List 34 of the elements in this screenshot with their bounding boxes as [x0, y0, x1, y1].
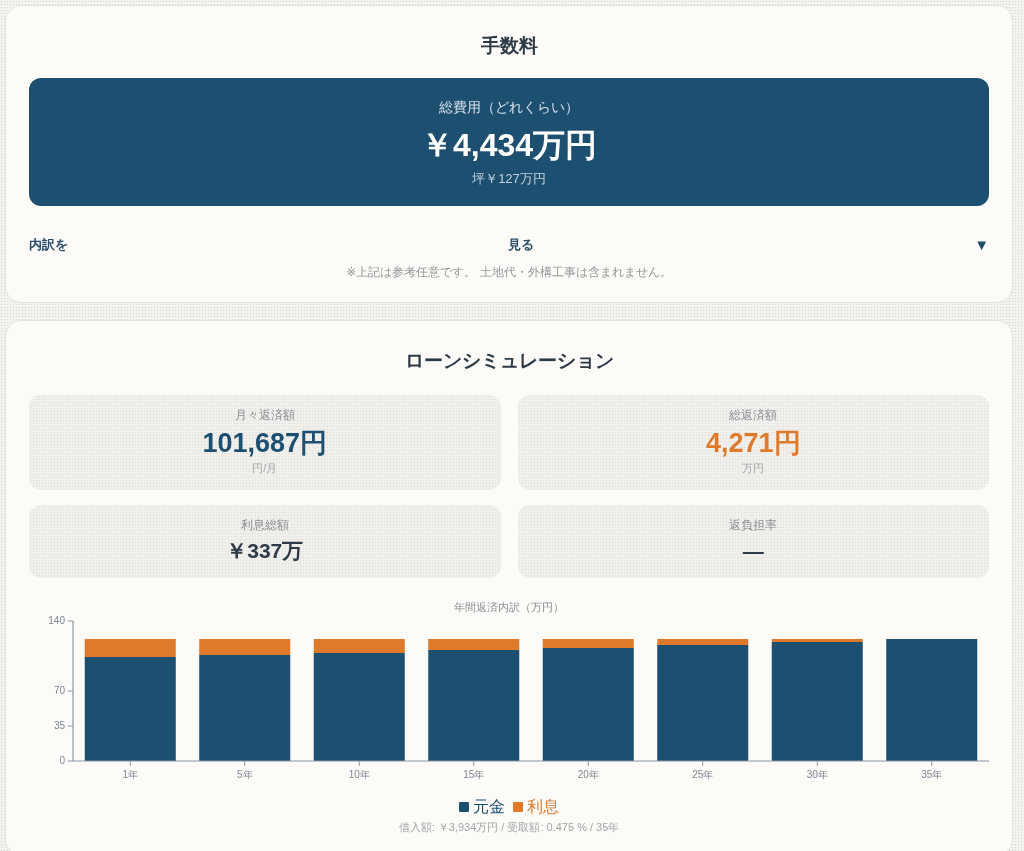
total-cost-label: 総費用（どれくらい） — [439, 98, 579, 117]
x-tick-label: 15年 — [463, 768, 485, 780]
x-tick-label: 35年 — [921, 768, 943, 780]
y-tick-label: 35 — [53, 719, 65, 731]
disclaimer-note: ※上記は参考任意です。 土地代・外構工事は含まれません。 — [345, 264, 673, 281]
y-tick-label: 140 — [48, 615, 65, 626]
x-tick-label: 5年 — [236, 768, 253, 780]
card-title: ローンシミュレーション — [403, 349, 615, 373]
stat-value: — — [742, 538, 764, 564]
x-tick-label: 25年 — [692, 768, 714, 780]
y-tick-label: 70 — [53, 684, 65, 696]
stat-label: 月々返済額 — [234, 407, 295, 423]
y-tick-label: 0 — [59, 754, 65, 766]
stat-label: 総返済額 — [729, 407, 778, 423]
stat-value: 4,271円 — [705, 427, 801, 459]
stat-label: 利息総額 — [240, 517, 289, 533]
x-tick-label: 20年 — [577, 768, 599, 780]
legend-label: 元金 — [473, 797, 505, 817]
stat-unit: 円/月 — [252, 461, 278, 475]
x-tick-label: 10年 — [348, 768, 370, 780]
stat-value: ￥337万 — [226, 538, 304, 564]
caret-icon: ▼ — [974, 236, 989, 254]
total-cost-value: ￥4,434万円 — [420, 126, 598, 165]
legend-label: 利息 — [527, 797, 559, 817]
x-tick-label: 1年 — [122, 768, 139, 780]
x-tick-label: 30年 — [806, 768, 828, 780]
per-tsubo-price: 坪￥127万円 — [472, 170, 546, 188]
chart-title: 年間返済内訳（万円） — [454, 600, 564, 615]
stat-value: 101,687円 — [202, 427, 328, 459]
loan-footnote: 借入額: ￥3,934万円 / 受取額: 0.475 % / 35年 — [398, 820, 620, 834]
stat-unit: 万円 — [742, 461, 765, 475]
breakdown-toggle-button[interactable]: 内訳を 見る ▼ — [29, 230, 989, 260]
card-title: 手数料 — [479, 34, 539, 58]
stat-label: 返負担率 — [729, 517, 778, 533]
